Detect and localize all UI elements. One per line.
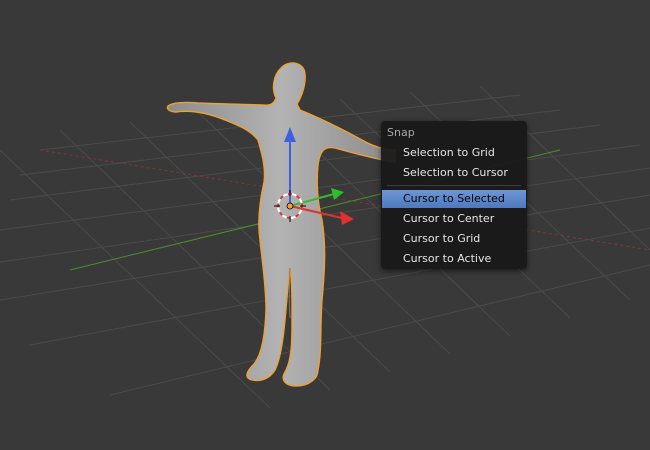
- snap-menu: Snap Selection to Grid Selection to Curs…: [381, 121, 527, 269]
- menu-item-cursor-to-selected[interactable]: Cursor to Selected: [382, 190, 526, 208]
- menu-item-selection-to-cursor[interactable]: Selection to Cursor: [382, 164, 526, 182]
- human-mesh: [166, 62, 396, 387]
- x-axis-line: [39, 149, 650, 251]
- menu-item-cursor-to-grid[interactable]: Cursor to Grid: [382, 230, 526, 248]
- menu-separator: [387, 185, 521, 186]
- 3d-viewport[interactable]: Snap Selection to Grid Selection to Curs…: [0, 0, 650, 450]
- menu-item-selection-to-grid[interactable]: Selection to Grid: [382, 144, 526, 162]
- viewport-scene: [0, 62, 650, 409]
- menu-item-cursor-to-active[interactable]: Cursor to Active: [382, 250, 526, 268]
- menu-item-cursor-to-center[interactable]: Cursor to Center: [382, 210, 526, 228]
- snap-menu-title: Snap: [387, 126, 415, 139]
